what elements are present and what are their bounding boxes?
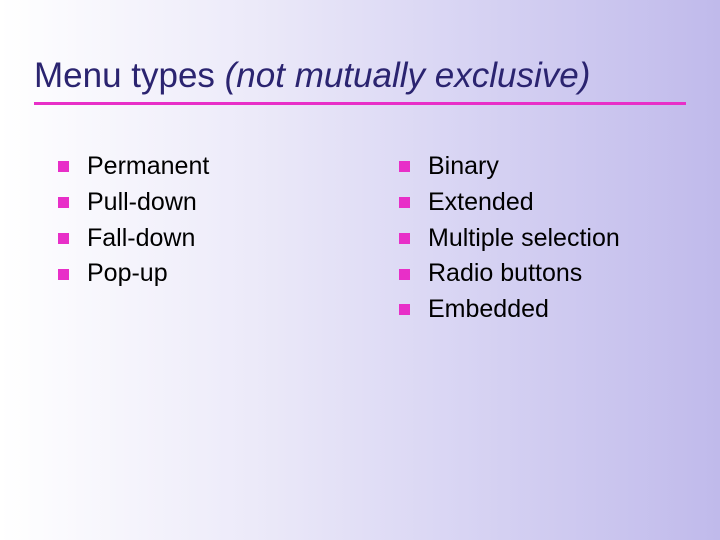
bullet-icon [399,233,410,244]
title-main: Menu types [34,56,225,95]
list-item: Pull-down [58,186,339,220]
bullet-icon [58,233,69,244]
item-text: Permanent [87,150,209,184]
list-item: Extended [399,186,680,220]
bullet-icon [58,161,69,172]
list-item: Embedded [399,293,680,327]
list-item: Pop-up [58,257,339,291]
item-text: Multiple selection [428,222,620,256]
list-item: Fall-down [58,222,339,256]
slide-title: Menu types (not mutually exclusive) [34,56,686,96]
item-text: Extended [428,186,534,220]
left-column: Permanent Pull-down Fall-down Pop-up [58,150,339,329]
item-text: Binary [428,150,499,184]
bullet-icon [399,304,410,315]
bullet-icon [399,197,410,208]
item-text: Radio buttons [428,257,582,291]
right-list: Binary Extended Multiple selection Radio… [399,150,680,327]
bullet-icon [58,269,69,280]
left-list: Permanent Pull-down Fall-down Pop-up [58,150,339,291]
slide: Menu types (not mutually exclusive) Perm… [0,0,720,540]
bullet-icon [399,161,410,172]
bullet-icon [399,269,410,280]
title-area: Menu types (not mutually exclusive) [34,56,686,105]
title-underline [34,102,686,105]
list-item: Binary [399,150,680,184]
item-text: Embedded [428,293,549,327]
list-item: Radio buttons [399,257,680,291]
list-item: Permanent [58,150,339,184]
right-column: Binary Extended Multiple selection Radio… [399,150,680,329]
item-text: Pop-up [87,257,168,291]
item-text: Pull-down [87,186,197,220]
bullet-icon [58,197,69,208]
content-columns: Permanent Pull-down Fall-down Pop-up Bin… [58,150,680,329]
item-text: Fall-down [87,222,195,256]
title-qualifier: (not mutually exclusive) [225,56,591,95]
list-item: Multiple selection [399,222,680,256]
